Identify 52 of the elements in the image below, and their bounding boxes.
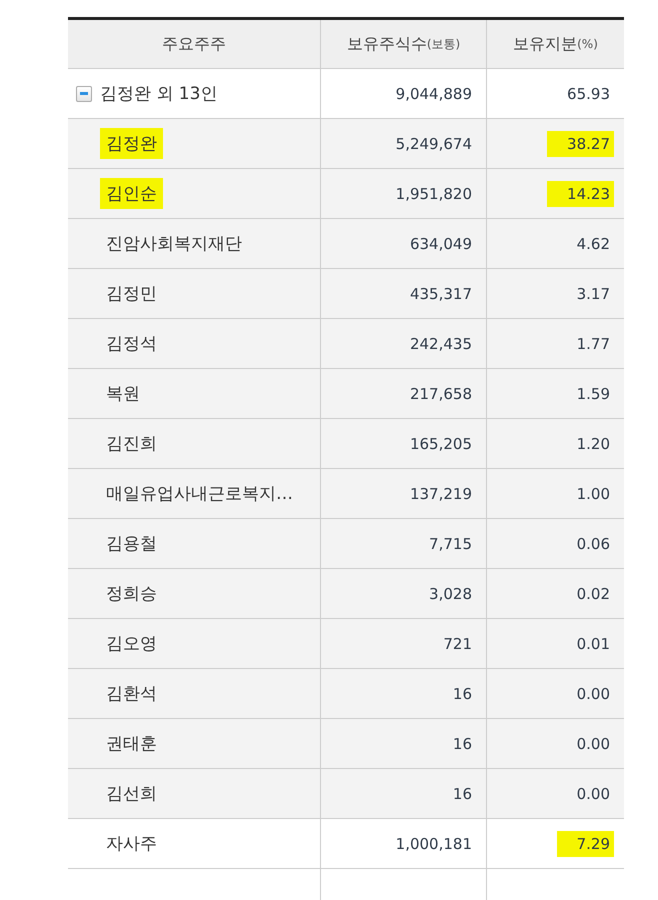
shareholder-name: 김정완 <box>100 128 163 159</box>
share-count: 9,044,889 <box>394 84 473 104</box>
collapse-toggle[interactable] <box>76 86 92 102</box>
shareholder-name: 복원 <box>105 383 141 406</box>
share-count: 242,435 <box>408 334 473 354</box>
shareholder-name: 김오영 <box>105 633 158 656</box>
stake-percent: 7.29 <box>556 830 614 856</box>
stake-percent: 14.23 <box>547 180 614 206</box>
stake-percent: 0.00 <box>576 784 611 804</box>
share-count: 1,951,820 <box>394 184 473 204</box>
shareholder-name: 김정석 <box>105 333 158 356</box>
stake-percent: 0.02 <box>576 584 611 604</box>
share-count: 16 <box>452 684 473 704</box>
share-count: 16 <box>452 784 473 804</box>
stake-percent: 1.20 <box>576 434 611 454</box>
shareholder-name: 권태훈 <box>105 733 158 756</box>
share-count: 5,249,674 <box>394 134 473 154</box>
column-header: 보유지분(%) <box>486 20 624 69</box>
shareholder-name: 김진희 <box>105 433 158 456</box>
column-header: 보유주식수(보통) <box>320 20 486 69</box>
share-count: 137,219 <box>408 484 473 504</box>
share-count: 217,658 <box>408 384 473 404</box>
share-count: 721 <box>442 634 473 654</box>
stake-percent: 38.27 <box>547 130 614 156</box>
shareholder-name: 김용철 <box>105 533 158 556</box>
column-header: 주요주주 <box>68 20 320 69</box>
share-count: 165,205 <box>408 434 473 454</box>
share-count: 435,317 <box>408 284 473 304</box>
stake-percent: 1.00 <box>576 484 611 504</box>
group-name: 김정완 외 13인 <box>99 83 218 106</box>
shareholder-name: 진암사회복지재단 <box>105 233 243 256</box>
stake-percent: 0.00 <box>576 684 611 704</box>
share-count: 1,000,181 <box>394 834 473 854</box>
stake-percent: 1.59 <box>576 384 611 404</box>
shareholder-name: 김환석 <box>105 683 158 706</box>
stake-percent: 0.01 <box>576 634 611 654</box>
stake-percent: 3.17 <box>576 284 611 304</box>
stake-percent: 4.62 <box>576 234 611 254</box>
share-count: 7,715 <box>428 534 473 554</box>
share-count: 3,028 <box>428 584 473 604</box>
shareholder-name: 김정민 <box>105 283 158 306</box>
stake-percent: 0.00 <box>576 734 611 754</box>
shareholder-name: 김인순 <box>100 178 163 209</box>
shareholder-name: 자사주 <box>105 833 158 856</box>
shareholder-name: 정희승 <box>105 583 158 606</box>
stake-percent: 0.06 <box>576 534 611 554</box>
shareholder-name: 김선희 <box>105 783 158 806</box>
share-count: 16 <box>452 734 473 754</box>
share-count: 634,049 <box>408 234 473 254</box>
shareholder-name: 매일유업사내근로복지… <box>105 483 294 506</box>
stake-percent: 65.93 <box>566 84 611 104</box>
stake-percent: 1.77 <box>576 334 611 354</box>
